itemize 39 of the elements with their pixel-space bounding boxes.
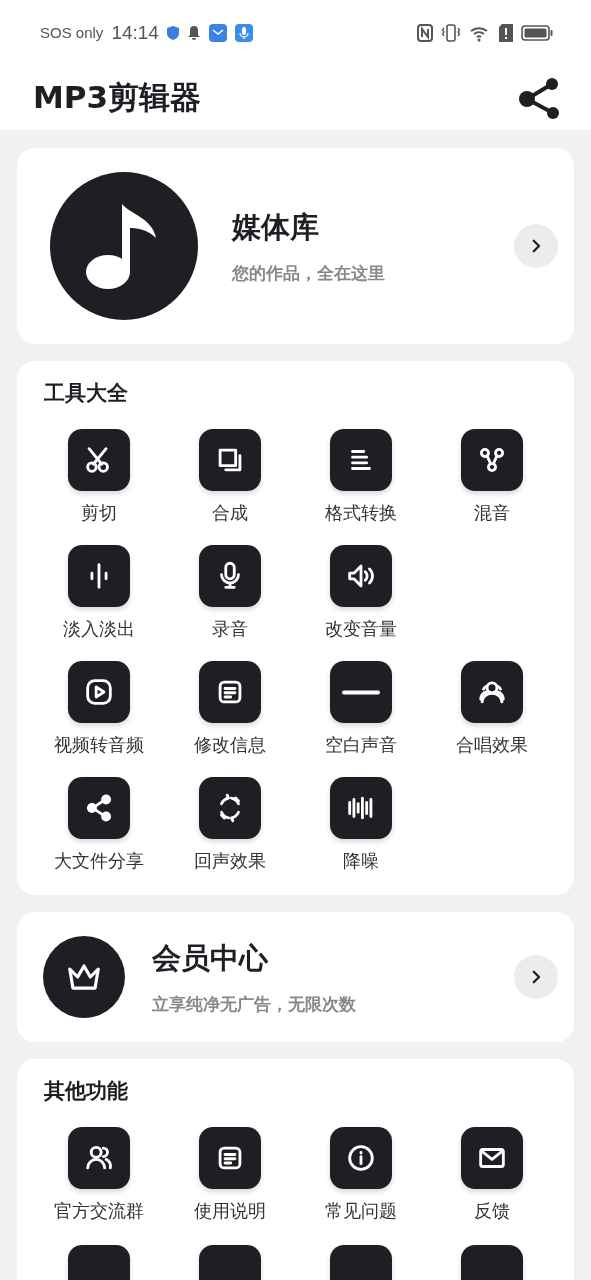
crown-icon	[65, 961, 103, 993]
vibrate-icon	[441, 23, 461, 42]
shield-icon	[166, 25, 179, 40]
tool-button[interactable]: 降噪	[295, 777, 427, 873]
card-subtitle: 立享纯净无广告，无限次数	[152, 992, 357, 1016]
tool-button[interactable]: 常见问题	[295, 1127, 427, 1223]
tool-button[interactable]: 官方交流群	[33, 1127, 165, 1223]
tool-button[interactable]: 淡入淡出	[33, 545, 165, 641]
tool-button[interactable]: 剪切	[33, 429, 165, 525]
card-subtitle: 您的作品，全在这里	[232, 261, 386, 285]
bell-icon	[186, 24, 201, 41]
tool-button[interactable]: 空白声音	[295, 661, 427, 757]
app-title: MP3剪辑器	[33, 77, 202, 117]
member-center-card[interactable]: 会员中心 立享纯净无广告，无限次数	[17, 912, 574, 1042]
tool-button[interactable]: 混音	[426, 429, 558, 525]
minus-icon	[342, 689, 381, 695]
tool-button[interactable]: 修改信息	[164, 661, 296, 757]
tool-button[interactable]: 录音	[164, 545, 296, 641]
card-title: 媒体库	[232, 208, 320, 246]
clock: 14:14	[111, 21, 159, 44]
tool-button[interactable]: 反馈	[426, 1127, 558, 1223]
tool-button[interactable]: 使用说明	[164, 1127, 296, 1223]
tool-button[interactable]: 合唱效果	[426, 661, 558, 757]
tool-button[interactable]: 合成	[164, 429, 296, 525]
section-title: 其他功能	[43, 1078, 129, 1105]
microphone-app-icon	[234, 23, 253, 42]
sim-alert-icon	[499, 23, 513, 42]
section-title: 工具大全	[43, 380, 129, 407]
status-text: SOS only	[40, 24, 104, 41]
tool-button[interactable]: 格式转换	[295, 429, 427, 525]
tool-button[interactable]: 视频转音频	[33, 661, 165, 757]
battery-icon	[521, 24, 553, 41]
tool-button[interactable]: 改变音量	[295, 545, 427, 641]
nfc-icon	[417, 23, 433, 42]
tool-button[interactable]: 大文件分享	[33, 777, 165, 873]
card-title: 会员中心	[152, 939, 269, 977]
media-library-card[interactable]: 媒体库 您的作品，全在这里	[17, 148, 574, 344]
share-icon[interactable]	[517, 75, 561, 120]
tool-button[interactable]: 回声效果	[164, 777, 296, 873]
